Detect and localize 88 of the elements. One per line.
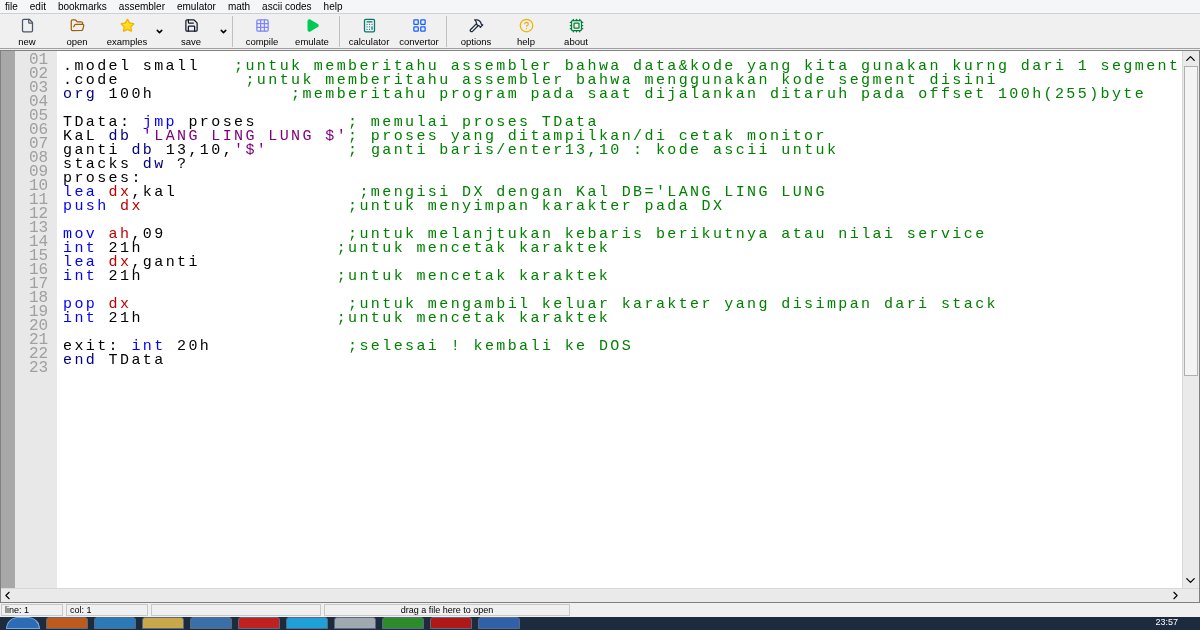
toolbar-button[interactable]: open	[52, 16, 102, 47]
status-column: col: 1	[66, 604, 148, 616]
toolbar-button[interactable]: compile	[237, 16, 287, 47]
code-line: org 100h ;memberitahu program pada saat dijalankan ditaruh pada offset 100h(255)byte	[63, 88, 1147, 102]
question-mark-icon	[518, 18, 534, 33]
code-line: pop dx ;untuk mengambil keluar karakter yang disimpan dari stack	[63, 298, 998, 312]
line-number: 15	[28, 249, 50, 263]
menu-item[interactable]: bookmarks	[57, 1, 107, 12]
start-button[interactable]	[6, 617, 40, 629]
taskbar-app-icon[interactable]	[286, 617, 328, 629]
taskbar-app-icon[interactable]	[478, 617, 520, 629]
code-line: KaL db 'LANG LING LUNG $'; proses yang ditampilkan/di cetak monitor	[63, 130, 827, 144]
toolbar-button[interactable]: calculator	[344, 16, 394, 47]
line-number: 20	[28, 319, 50, 333]
code-line: ganti db 13,10,'$' ; ganti baris/enter13,10 : kode ascii untuk	[63, 144, 839, 158]
taskbar-app-icon[interactable]	[94, 617, 136, 629]
code-line: mov ah,09 ;untuk melanjtukan kebaris berikutnya atau nilai service	[63, 228, 987, 242]
toolbar-button[interactable]: examples	[102, 16, 152, 47]
line-number: 08	[28, 151, 50, 165]
line-number: 16	[28, 263, 50, 277]
toolbar-button[interactable]: convertor	[394, 16, 444, 47]
hammer-icon	[468, 18, 484, 33]
taskbar-app-icon[interactable]	[190, 617, 232, 629]
taskbar-app-icon[interactable]	[382, 617, 424, 629]
vertical-scrollbar[interactable]	[1182, 51, 1199, 588]
line-number: 23	[28, 361, 50, 375]
clock: 23:57	[1155, 617, 1179, 627]
file-icon	[19, 18, 35, 33]
line-number: 18	[28, 291, 50, 305]
taskbar-app-icon[interactable]	[334, 617, 376, 629]
line-number: 05	[28, 109, 50, 123]
line-number: 12	[28, 207, 50, 221]
code-line: .code ;untuk memberitahu assembler bahwa menggunakan kode segment disini	[63, 74, 998, 88]
line-number: 17	[28, 277, 50, 291]
line-number: 09	[28, 165, 50, 179]
menu-item[interactable]: edit	[29, 1, 46, 12]
taskbar-app-icon[interactable]	[142, 617, 184, 629]
line-number: 13	[28, 221, 50, 235]
grid-icon	[254, 18, 270, 33]
line-number: 19	[28, 305, 50, 319]
menu-item[interactable]: file	[5, 1, 18, 12]
code-line: lea dx,ganti	[63, 256, 200, 270]
line-number: 21	[28, 333, 50, 347]
line-number: 14	[28, 235, 50, 249]
folder-icon	[69, 18, 85, 33]
taskbar-app-icon[interactable]	[238, 617, 280, 629]
line-number: 11	[28, 193, 50, 207]
line-number: 22	[28, 347, 50, 361]
code-line: lea dx,kal ;mengisi DX dengan Kal DB='LANG LING LUNG	[63, 186, 827, 200]
menu-item[interactable]: math	[227, 1, 251, 12]
line-number: 07	[28, 137, 50, 151]
line-number: 04	[28, 95, 50, 109]
toolbar-button[interactable]: emulate	[287, 16, 337, 47]
line-number: 06	[28, 123, 50, 137]
menu-item[interactable]: help	[323, 1, 343, 12]
star-icon	[119, 18, 135, 33]
toolbar-button[interactable]: help	[501, 16, 551, 47]
code-line: end TData	[63, 354, 166, 368]
menu-item[interactable]: emulator	[176, 1, 216, 12]
line-number: 02	[28, 67, 50, 81]
code-line: int 21h ;untuk mencetak karaktek	[63, 312, 611, 326]
toolbar-button[interactable]: about	[551, 16, 601, 47]
taskbar-app-icon[interactable]	[430, 617, 472, 629]
scroll-thumb[interactable]	[1184, 66, 1198, 376]
toolbar-button[interactable]: new	[2, 16, 52, 47]
taskbar-app-icon[interactable]	[46, 617, 88, 629]
line-number: 01	[28, 53, 50, 67]
code-line: int 21h ;untuk mencetak karaktek	[63, 270, 611, 284]
code-line: exit: int 20h ;selesai ! kembali ke DOS	[63, 340, 634, 354]
status-hint: drag a file here to open	[324, 604, 570, 616]
menu-item[interactable]: assembler	[118, 1, 165, 12]
toolbar-button[interactable]: options	[451, 16, 501, 47]
code-editor[interactable]	[0, 50, 1200, 603]
code-line: int 21h ;untuk mencetak karaktek	[63, 242, 611, 256]
horizontal-scrollbar[interactable]	[1, 588, 1199, 602]
calculator-icon	[361, 18, 377, 33]
grid-icon	[411, 18, 427, 33]
menu-item[interactable]: ascii codes	[262, 1, 312, 12]
line-number: 10	[28, 179, 50, 193]
line-number: 03	[28, 81, 50, 95]
play-icon	[304, 18, 320, 33]
code-line: TData: jmp proses ; memulai proses TData	[63, 116, 599, 130]
chip-icon	[568, 18, 584, 33]
code-line: stacks dw ?	[63, 158, 189, 172]
code-line: push dx ;untuk menyimpan karakter pada DX	[63, 200, 725, 214]
toolbar-button[interactable]: save	[166, 16, 216, 47]
code-line: proses:	[63, 172, 143, 186]
code-line: .model small ;untuk memberitahu assembler bahwa data&kode yang kita gunakan kurng dari 1 segment	[63, 60, 1181, 74]
